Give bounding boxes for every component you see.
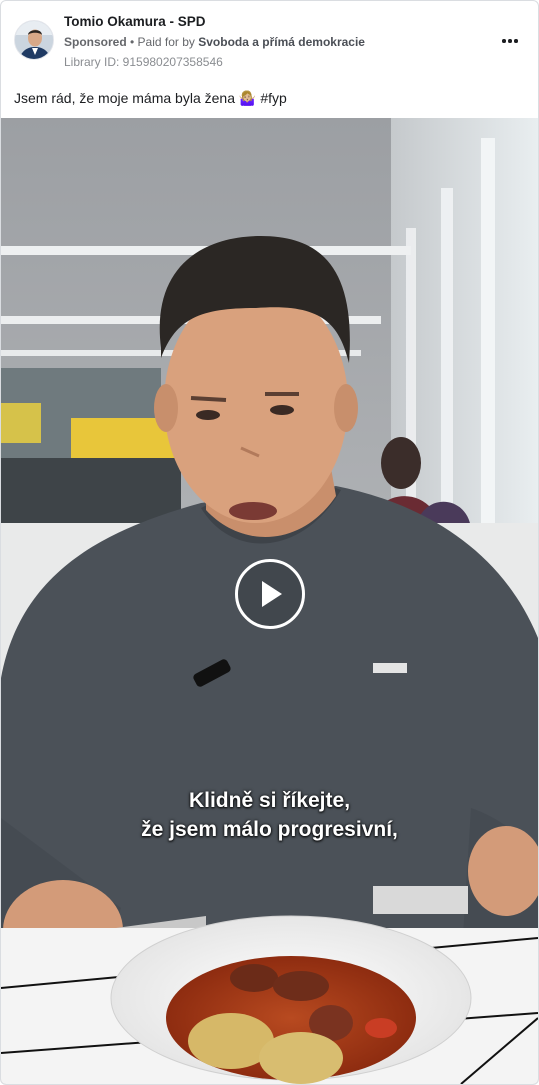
video-subtitle-line-2: že jsem málo progresivní, <box>141 818 398 841</box>
sponsored-label: Sponsored <box>64 35 127 49</box>
hashtag-link[interactable]: #fyp <box>260 90 286 106</box>
post-header: Tomio Okamura - SPD Sponsored • Paid for… <box>1 1 538 79</box>
post-caption: Jsem rád, že moje máma byla žena 🤷🏼‍♀️ #f… <box>14 90 287 107</box>
paid-for-label: Paid for by <box>137 35 199 49</box>
sponsorship-line: Sponsored • Paid for by Svoboda a přímá … <box>64 35 365 49</box>
page-name[interactable]: Tomio Okamura - SPD <box>64 14 206 29</box>
video-subtitle-line-1: Klidně si říkejte, <box>188 789 351 812</box>
meta-separator: • <box>126 35 138 49</box>
library-id: Library ID: 915980207358546 <box>64 55 223 69</box>
video-player[interactable]: Klidně si říkejte, že jsem málo progresi… <box>1 118 538 1084</box>
play-icon <box>262 581 282 607</box>
avatar-image <box>15 21 53 59</box>
caption-text: Jsem rád, že moje máma byla žena 🤷🏼‍♀️ <box>14 90 257 106</box>
ad-post-card: Tomio Okamura - SPD Sponsored • Paid for… <box>0 0 539 1085</box>
more-options-icon[interactable] <box>498 31 522 51</box>
play-button[interactable] <box>235 559 305 629</box>
avatar[interactable] <box>14 20 54 60</box>
payer-name[interactable]: Svoboda a přímá demokracie <box>198 35 365 49</box>
